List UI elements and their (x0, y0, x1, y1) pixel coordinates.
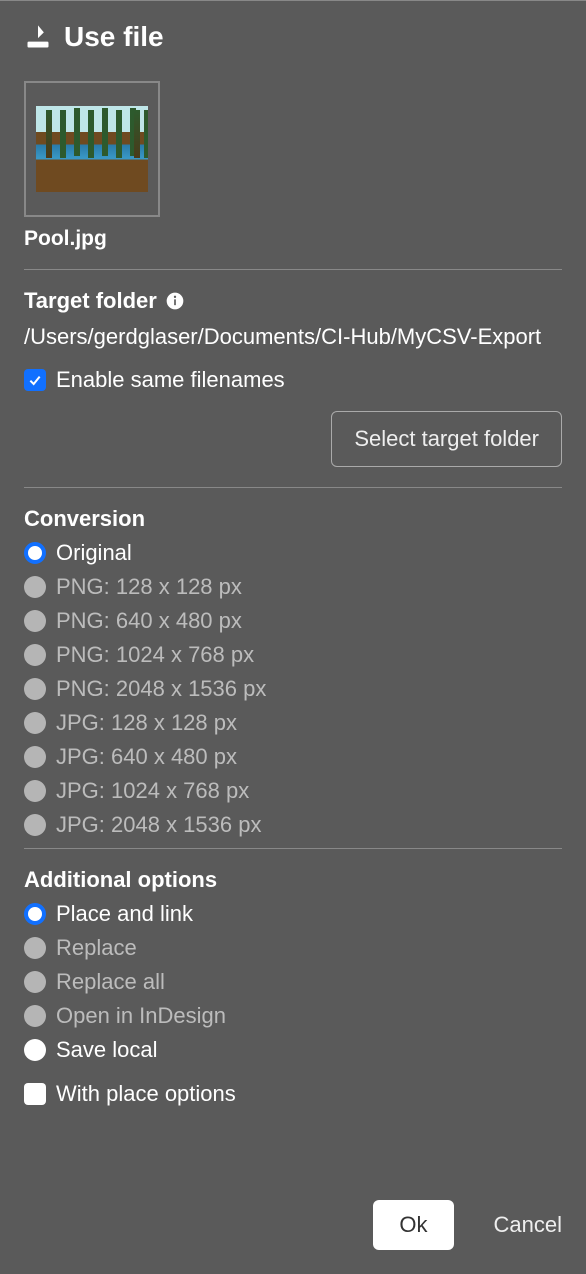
additional-radio[interactable] (24, 903, 46, 925)
additional-option[interactable]: Save local (24, 1037, 562, 1063)
panel-header: Use file (24, 21, 562, 53)
separator (24, 487, 562, 488)
file-thumbnail-wrap (24, 81, 562, 217)
additional-radio-label: Save local (56, 1037, 158, 1063)
additional-option[interactable]: Open in InDesign (24, 1003, 562, 1029)
panel-title: Use file (64, 21, 164, 53)
conversion-radio-label: JPG: 128 x 128 px (56, 710, 237, 736)
conversion-radio[interactable] (24, 712, 46, 734)
conversion-radio[interactable] (24, 678, 46, 700)
conversion-radio-label: PNG: 640 x 480 px (56, 608, 242, 634)
cancel-button[interactable]: Cancel (494, 1212, 562, 1238)
conversion-option[interactable]: PNG: 2048 x 1536 px (24, 676, 562, 702)
with-place-options-label: With place options (56, 1081, 236, 1107)
enable-same-filenames-checkbox[interactable] (24, 369, 46, 391)
conversion-radio[interactable] (24, 814, 46, 836)
ok-button[interactable]: Ok (373, 1200, 453, 1250)
conversion-radio-label: PNG: 2048 x 1536 px (56, 676, 266, 702)
file-thumbnail-image (36, 106, 148, 192)
additional-radio[interactable] (24, 1005, 46, 1027)
additional-options-title: Additional options (24, 867, 562, 893)
additional-options: Place and link Replace Replace all Open in … (24, 901, 562, 1063)
separator (24, 269, 562, 270)
enable-same-filenames-label: Enable same filenames (56, 367, 285, 393)
info-icon[interactable] (165, 291, 185, 311)
additional-radio-label: Replace all (56, 969, 165, 995)
additional-radio[interactable] (24, 1039, 46, 1061)
separator (24, 848, 562, 849)
conversion-option[interactable]: JPG: 128 x 128 px (24, 710, 562, 736)
file-thumbnail[interactable] (24, 81, 160, 217)
additional-option[interactable]: Replace all (24, 969, 562, 995)
conversion-radio[interactable] (24, 542, 46, 564)
additional-option[interactable]: Replace (24, 935, 562, 961)
conversion-option[interactable]: JPG: 2048 x 1536 px (24, 812, 562, 838)
additional-option[interactable]: Place and link (24, 901, 562, 927)
conversion-radio-label: JPG: 1024 x 768 px (56, 778, 249, 804)
conversion-radio-label: JPG: 640 x 480 px (56, 744, 237, 770)
additional-radio[interactable] (24, 971, 46, 993)
target-folder-label: Target folder (24, 288, 157, 314)
conversion-option[interactable]: PNG: 1024 x 768 px (24, 642, 562, 668)
conversion-title: Conversion (24, 506, 562, 532)
conversion-radio[interactable] (24, 746, 46, 768)
download-icon (24, 23, 52, 51)
conversion-radio[interactable] (24, 610, 46, 632)
conversion-options: Original PNG: 128 x 128 px PNG: 640 x 480 … (24, 540, 562, 838)
conversion-option[interactable]: JPG: 1024 x 768 px (24, 778, 562, 804)
enable-same-filenames-row[interactable]: Enable same filenames (24, 367, 562, 393)
conversion-radio-label: PNG: 1024 x 768 px (56, 642, 254, 668)
target-folder-label-row: Target folder (24, 288, 562, 314)
conversion-option[interactable]: PNG: 128 x 128 px (24, 574, 562, 600)
conversion-option[interactable]: PNG: 640 x 480 px (24, 608, 562, 634)
select-target-folder-button[interactable]: Select target folder (331, 411, 562, 467)
use-file-panel: Use file Pool.jpg Target folder /Users/g… (0, 0, 586, 1274)
dialog-footer: Ok Cancel (373, 1200, 562, 1250)
additional-radio-label: Replace (56, 935, 137, 961)
additional-radio[interactable] (24, 937, 46, 959)
additional-radio-label: Place and link (56, 901, 193, 927)
additional-radio-label: Open in InDesign (56, 1003, 226, 1029)
conversion-option[interactable]: Original (24, 540, 562, 566)
conversion-option[interactable]: JPG: 640 x 480 px (24, 744, 562, 770)
conversion-radio[interactable] (24, 576, 46, 598)
conversion-radio[interactable] (24, 644, 46, 666)
with-place-options-checkbox[interactable] (24, 1083, 46, 1105)
conversion-radio-label: JPG: 2048 x 1536 px (56, 812, 261, 838)
conversion-radio-label: PNG: 128 x 128 px (56, 574, 242, 600)
target-folder-path: /Users/gerdglaser/Documents/CI-Hub/MyCSV… (24, 320, 562, 353)
conversion-radio[interactable] (24, 780, 46, 802)
file-name: Pool.jpg (24, 227, 562, 251)
conversion-radio-label: Original (56, 540, 132, 566)
with-place-options-row[interactable]: With place options (24, 1081, 562, 1107)
